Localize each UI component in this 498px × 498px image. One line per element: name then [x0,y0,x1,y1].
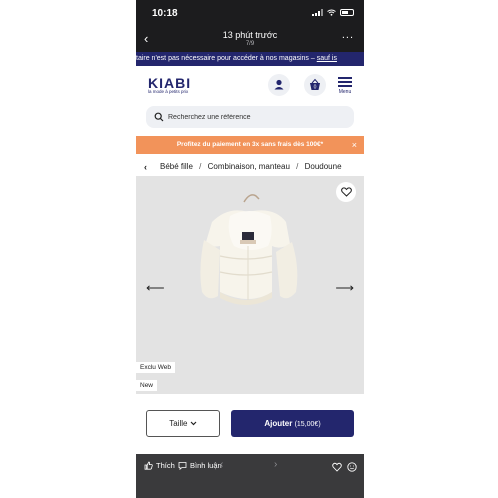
previous-image-arrow-icon[interactable]: ⟵ [146,280,165,296]
hamburger-icon [338,77,352,79]
product-actions: Taille Ajouter (15,00€) [136,394,364,454]
account-button[interactable] [268,74,290,96]
comment-icon [178,462,187,470]
breadcrumb-item[interactable]: Bébé fille [160,162,193,171]
breadcrumb-separator: / [296,162,299,171]
cart-count: 0 [314,85,317,91]
breadcrumb-item[interactable]: Combinaison, manteau [208,162,290,171]
chevron-down-icon [190,421,197,426]
site-header: KIABI la mode à petits prix 0 Menu [136,66,364,102]
status-time: 10:18 [152,8,178,19]
breadcrumb: ‹ Bébé fille / Combinaison, manteau / Do… [136,158,364,176]
favorite-button[interactable] [336,182,356,202]
breadcrumb-separator: / [199,162,202,171]
menu-label: Menu [338,89,352,95]
comment-button[interactable]: Bình luận [178,461,222,470]
new-badge: New [136,380,158,391]
user-icon [274,79,284,90]
heart-icon [340,187,352,197]
viewer-nav-bar: ‹ 13 phút trước 7/9 ... [136,26,364,52]
next-image-arrow-icon[interactable]: ⟶ [335,280,354,296]
home-indicator-area [136,480,364,498]
phone-screen: 10:18 ‹ 13 phút trước 7/9 ... taire n'es… [136,0,364,498]
status-bar: 10:18 [136,0,364,26]
price-label: (15,00€) [294,421,321,428]
promo-banner: Profitez du paiement en 3x sans frais dè… [136,136,364,154]
status-icons [312,9,354,16]
logo-tagline: la mode à petits prix [148,89,189,94]
breadcrumb-back-icon[interactable]: ‹ [144,158,147,176]
menu-button[interactable]: Menu [336,75,354,97]
size-label: Taille [169,419,188,428]
thumbs-up-icon [144,461,153,470]
search-input[interactable] [168,106,348,128]
promo-close-button[interactable]: × [352,136,357,154]
emoji-icon[interactable] [347,462,357,472]
cart-button[interactable]: 0 [304,74,326,96]
battery-icon [340,9,354,16]
exclu-web-badge: Exclu Web [136,362,175,373]
wifi-icon [327,9,336,16]
ticker-text: taire n'est pas nécessaire pour accéder … [136,55,317,62]
reaction-icon[interactable] [332,462,342,472]
breadcrumb-item[interactable]: Doudoune [305,162,342,171]
add-to-cart-button[interactable]: Ajouter (15,00€) [231,410,354,437]
product-gallery[interactable]: ⟵ ⟶ Exclu Web New [136,176,364,394]
viewer-bottom-bar: Thích Bình luận ‹ › [136,454,364,480]
ticker-link[interactable]: sauf is [317,55,337,62]
like-label: Thích [156,461,175,470]
like-button[interactable]: Thích [144,461,175,470]
signal-icon [312,9,323,16]
announcement-ticker: taire n'est pas nécessaire pour accéder … [136,52,364,66]
comment-label: Bình luận [190,461,222,470]
size-select-button[interactable]: Taille [146,410,220,437]
photo-counter: 7/9 [245,41,255,47]
basket-icon: 0 [310,78,320,91]
breadcrumb-list: Bébé fille / Combinaison, manteau / Doud… [160,158,346,176]
promo-text: Profitez du paiement en 3x sans frais dè… [176,141,324,148]
search-icon [154,112,164,122]
previous-photo-chevron-icon[interactable]: ‹ [220,459,223,470]
more-options-button[interactable]: ... [342,29,354,41]
search-bar[interactable] [146,106,354,128]
viewer-title: 13 phút trước [222,30,278,40]
next-photo-chevron-icon[interactable]: › [274,459,277,470]
add-label: Ajouter [264,419,293,428]
